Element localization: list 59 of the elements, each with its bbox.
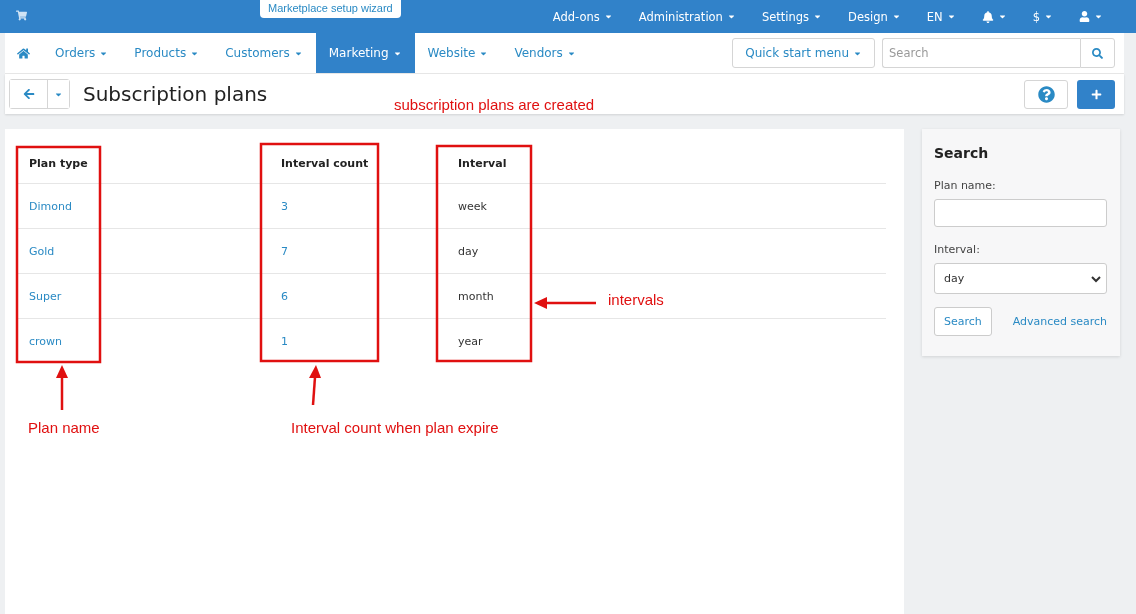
field-label: Interval: [934,243,981,256]
advanced-search-link[interactable]: Advanced search [1012,315,1107,328]
caret-icon [997,12,1007,21]
table-link[interactable]: crown [17,319,269,363]
column-header: Interval count [269,143,446,184]
top-menu[interactable]: $ [1019,9,1066,24]
input-field[interactable] [934,199,1107,227]
table-link[interactable]: Super [17,274,269,319]
nav-tab[interactable]: Customers [212,33,316,73]
annotation-arrow [309,365,321,406]
table-link[interactable]: 1 [269,319,446,363]
cart-icon[interactable] [16,10,27,21]
caret-icon [1094,12,1103,21]
panel-title: Search [934,145,990,161]
column-header: Interval [446,143,886,184]
top-menu[interactable]: Administration [625,9,749,24]
setup-wizard-link[interactable]: Marketplace setup wizard [260,0,401,18]
table-link[interactable]: Gold [17,229,269,274]
search-field[interactable]: Search [882,38,1080,68]
table-cell-text: year [457,333,484,350]
table-link[interactable]: 6 [269,274,446,319]
annotation-arrow [534,297,596,309]
nav-tab[interactable]: Website [414,33,502,73]
column-header: Plan type [17,143,269,184]
top-menu[interactable]: Design [835,9,914,24]
table-cell: week [446,184,886,229]
nav-tab[interactable]: Products [121,33,213,73]
nav-tab[interactable]: Vendors [501,33,589,73]
bell-icon [981,10,994,23]
field-label: Plan name: [934,179,997,192]
annotation-arrow [56,365,68,410]
quick-start-button[interactable]: Quick start menu [732,38,875,68]
annotation-text: Interval count when plan expire [291,419,499,436]
interval-select[interactable]: day [934,263,1107,294]
table-cell: day [446,229,886,274]
table-link[interactable]: Dimond [17,184,269,229]
help-icon[interactable] [1024,79,1068,109]
caret-icon [726,12,736,21]
annotation-text: subscription plans are created [394,96,595,113]
caret-icon [813,12,823,21]
user-icon [1079,11,1090,22]
plus-icon[interactable] [1077,79,1115,109]
top-menu[interactable]: Add-ons [539,9,626,24]
caret-icon [946,12,956,21]
nav-tab[interactable]: Marketing [315,33,415,73]
top-menu[interactable]: Settings [748,9,836,24]
top-menu[interactable]: EN [913,9,969,24]
nav-tab[interactable]: Orders [42,33,122,73]
table-link[interactable]: 3 [269,184,446,229]
search-icon[interactable] [1080,38,1115,68]
caret-icon [891,12,901,21]
annotation-text: Plan name [28,419,100,436]
search-button[interactable]: Search [934,307,992,336]
chevron-down-icon [1091,274,1101,283]
caret-icon [603,12,613,21]
table-link[interactable]: 7 [269,229,446,274]
page-title: Subscription plans [83,82,268,106]
caret-icon [1044,12,1053,21]
annotation-text: intervals [608,291,664,308]
